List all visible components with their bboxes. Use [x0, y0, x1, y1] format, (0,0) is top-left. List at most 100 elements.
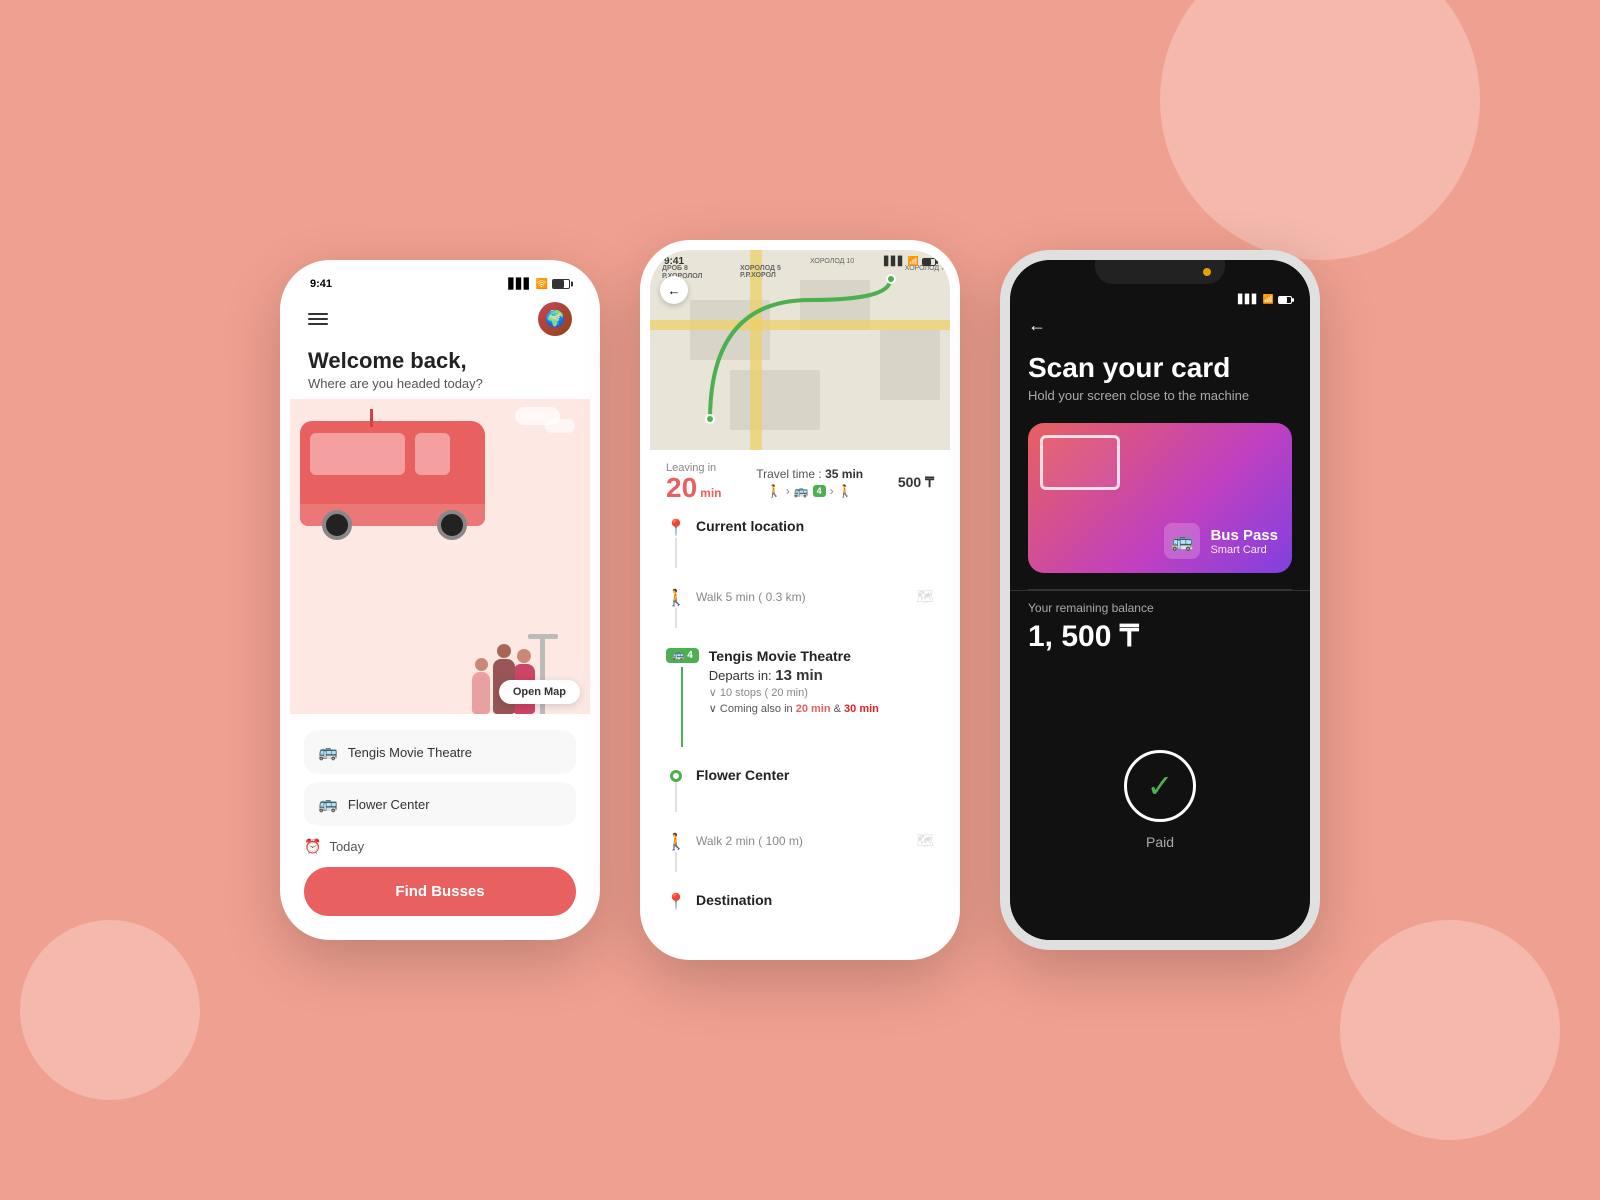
destination-label-1: Tengis Movie Theatre [348, 745, 472, 760]
bus-pass-card: 🚌 Bus Pass Smart Card [1028, 423, 1292, 573]
stops-label: 10 stops ( 20 min) [720, 687, 808, 699]
camera-dot [1203, 268, 1211, 276]
chevron-2: › [830, 484, 834, 498]
illustration-area: Open Map [290, 399, 590, 714]
dest-pin-icon: 📍 [666, 892, 686, 912]
map-icon-1: 🗺 [916, 588, 934, 605]
welcome-section: Welcome back, Where are you headed today… [290, 340, 590, 391]
step-icon-col-4 [666, 767, 686, 812]
leaving-unit: min [700, 486, 721, 500]
step-content-2: Walk 5 min ( 0.3 km) [696, 588, 906, 604]
walk-icon-route: 🚶 [767, 484, 782, 498]
scan-title: Scan your card [1028, 352, 1292, 384]
destination-label-2: Flower Center [348, 797, 430, 812]
destination-item-1[interactable]: 🚌 Tengis Movie Theatre [304, 730, 576, 774]
signal-icon: ▋▋▋ [508, 279, 531, 290]
chevron-coming: ∨ [709, 703, 717, 715]
card-bus-icon: 🚌 [1164, 523, 1200, 559]
step-walk-2: 🚶 Walk 2 min ( 100 m) 🗺 [666, 822, 934, 882]
map-wifi: 📶 [908, 256, 919, 267]
step-line-1 [675, 538, 677, 568]
map-time: 9:41 [664, 256, 684, 267]
balance-label: Your remaining balance [1028, 601, 1292, 615]
status-bar-1: 9:41 ▋▋▋ 🛜 [290, 270, 590, 294]
destination-title: Destination [696, 892, 934, 908]
person-3 [472, 658, 490, 714]
bus-wheel-left [322, 510, 352, 540]
step-icon-col-6: 📍 [666, 892, 686, 912]
step-content-6: Destination [696, 892, 934, 908]
battery-icon [552, 279, 570, 289]
walk-step-icon-2: 🚶 [666, 832, 686, 852]
step-line-2 [675, 608, 677, 628]
travel-value: 35 min [825, 467, 863, 481]
menu-button[interactable] [308, 313, 328, 325]
departs-label: Departs in: 13 min [709, 667, 934, 684]
status-icons-1: ▋▋▋ 🛜 [508, 279, 570, 290]
bg-circle-1 [1160, 0, 1480, 260]
step-icon-col-5: 🚶 [666, 832, 686, 872]
step-walk-1: 🚶 Walk 5 min ( 0.3 km) 🗺 [666, 578, 934, 638]
coming-time-2: 30 min [844, 703, 879, 715]
find-busses-button[interactable]: Find Busses [304, 867, 576, 916]
paid-check-circle: ✓ [1124, 750, 1196, 822]
price-display: 500 ₸ [898, 474, 934, 491]
paid-label: Paid [1146, 834, 1174, 850]
bus-stop-icons: 🚌 4 [666, 648, 699, 663]
leaving-in-section: Leaving in 20 min [666, 462, 722, 502]
bus-window-main [310, 433, 405, 475]
step-icon-col-1: 📍 [666, 518, 686, 568]
phone-scan: ▋▋▋ 📶 ← Scan your card Hold your screen … [1000, 250, 1320, 950]
welcome-subtitle: Where are you headed today? [308, 376, 572, 391]
p3-status-bar: ▋▋▋ 📶 [1010, 284, 1310, 309]
walk-2-label: Walk 2 min ( 100 m) [696, 834, 906, 848]
bus-icon-1: 🚌 [318, 742, 338, 762]
map-battery [922, 258, 936, 266]
map-icon-2: 🗺 [916, 832, 934, 849]
walk-step-icon-1: 🚶 [666, 588, 686, 608]
open-map-button[interactable]: Open Map [499, 680, 580, 704]
chevron-1: › [786, 484, 790, 498]
leaving-value: 20 [666, 474, 697, 502]
bus-icon-2: 🚌 [318, 794, 338, 814]
p3-signal: ▋▋▋ [1238, 294, 1259, 305]
p3-back-button[interactable]: ← [1010, 309, 1310, 336]
step-content-5: Walk 2 min ( 100 m) [696, 832, 906, 848]
map-area: ДРОБ 8Р.ХОРОЛОЛ ХОРОЛОД 5Р.Р.ХОРОЛ ХОРОЛ… [650, 250, 950, 450]
step-icon-col-3: 🚌 4 [666, 648, 699, 747]
back-button[interactable]: ← [660, 276, 688, 304]
map-label-2: ХОРОЛОД 5Р.Р.ХОРОЛ [740, 265, 781, 279]
paid-section: ✓ Paid [1010, 660, 1310, 940]
p3-status-icons: ▋▋▋ 📶 [1238, 294, 1292, 305]
scan-title-section: Scan your card Hold your screen close to… [1010, 336, 1310, 407]
route-info-bar: Leaving in 20 min Travel time : 35 min 🚶… [650, 450, 950, 508]
bus-number-chip: 🚌 4 [666, 648, 699, 663]
step-content-4: Flower Center [696, 767, 934, 783]
card-subtitle: Smart Card [1210, 544, 1278, 556]
wifi-icon: 🛜 [536, 279, 548, 290]
map-status: 9:41 ▋▋▋ 📶 [650, 256, 950, 267]
phones-container: 9:41 ▋▋▋ 🛜 🌍 Welcome back, Where are you… [280, 240, 1320, 960]
card-text: Bus Pass Smart Card [1210, 527, 1278, 556]
bg-circle-3 [20, 920, 200, 1100]
p3-wifi: 📶 [1263, 294, 1274, 305]
bus-window-small [415, 433, 450, 475]
clock-icon: ⏰ [304, 838, 321, 855]
status-time-1: 9:41 [310, 278, 332, 290]
step-line-green [681, 667, 683, 747]
walk-icon-route2: 🚶 [838, 484, 853, 498]
end-pin [886, 274, 896, 284]
avatar[interactable]: 🌍 [538, 302, 572, 336]
bg-circle-2 [1340, 920, 1560, 1140]
flower-dot [670, 770, 682, 782]
balance-section: Your remaining balance 1, 500 ₸ [1010, 590, 1310, 660]
destination-item-2[interactable]: 🚌 Flower Center [304, 782, 576, 826]
balance-value: 1, 500 ₸ [1028, 619, 1292, 654]
map-status-icons: ▋▋▋ 📶 [884, 256, 936, 267]
travel-time-section: Travel time : 35 min 🚶 › 🚌 4 › 🚶 [756, 467, 863, 498]
bus-chip-icon: 4 [813, 485, 826, 497]
card-white-rect [1040, 435, 1120, 490]
step-current-location: 📍 Current location [666, 508, 934, 578]
destinations-list: 🚌 Tengis Movie Theatre 🚌 Flower Center [290, 722, 590, 834]
date-row: ⏰ Today [290, 834, 590, 859]
